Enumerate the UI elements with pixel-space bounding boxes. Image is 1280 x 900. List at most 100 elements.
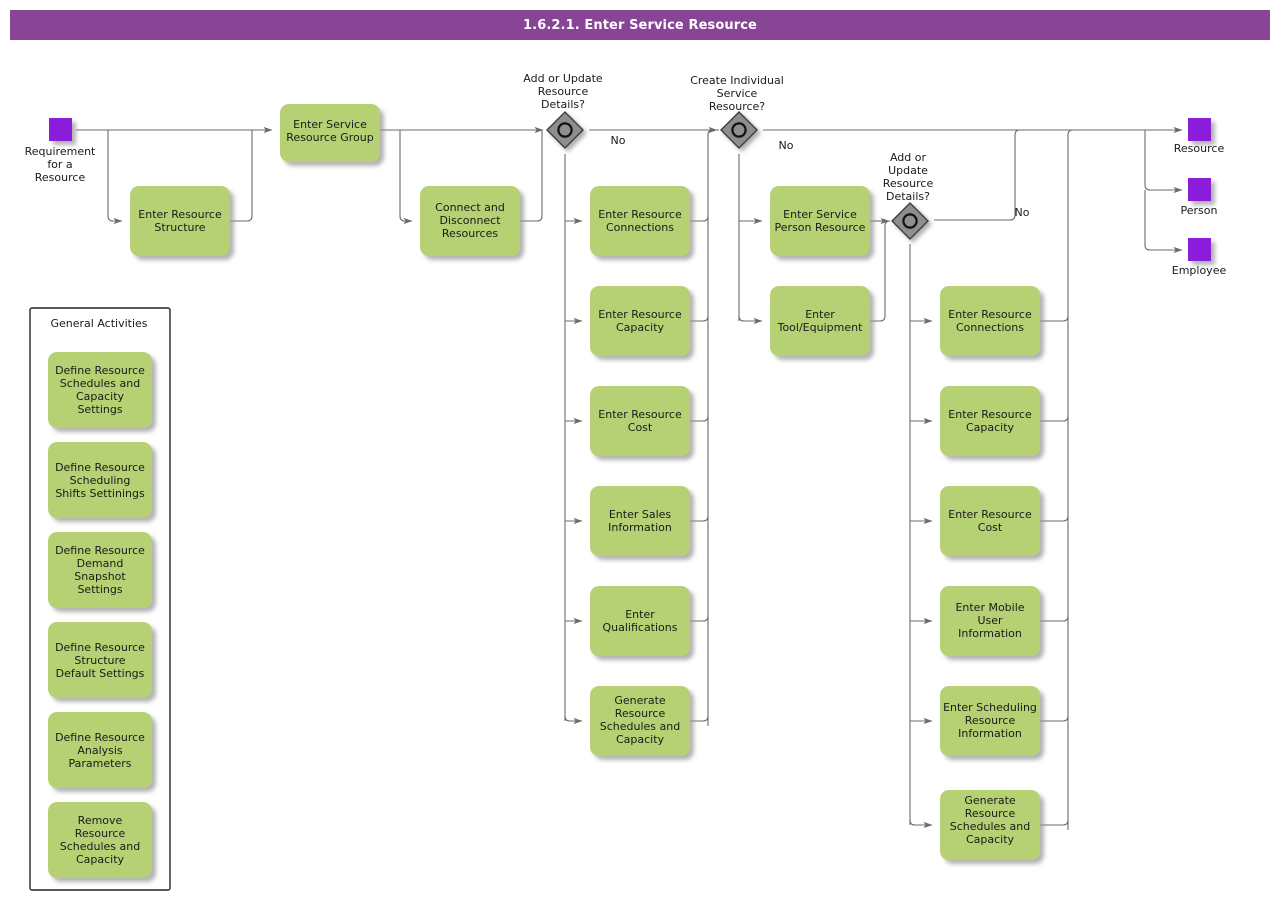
task-line: Define Resource	[55, 731, 145, 744]
end-event-person[interactable]: Person	[1181, 178, 1218, 217]
task-connect-and-disconnect-resources[interactable]: Connect and Disconnect Resources	[420, 186, 520, 256]
task-line: Define Resource	[55, 461, 145, 474]
task-line: Schedules and	[60, 840, 140, 853]
gateway-label-line: Add or	[890, 151, 927, 164]
task-line: Settings	[77, 583, 122, 596]
task-enter-resource-capacity-right[interactable]: Enter Resource Capacity	[940, 386, 1040, 456]
task-line: Cost	[978, 521, 1003, 534]
gateway-inner-circle	[731, 122, 747, 138]
flow-trunk-to-person	[1144, 130, 1151, 191]
end-event-resource[interactable]: Resource	[1174, 118, 1225, 155]
flow-gw3-no-up-right	[934, 129, 1070, 221]
flow-task1-to-connect-disconnect	[399, 130, 413, 225]
task-line: Analysis	[77, 744, 123, 757]
gateway-add-or-update-resource-details-1[interactable]: Add or Update Resource Details?	[523, 72, 603, 149]
gateway-label-line: Update	[888, 164, 928, 177]
task-enter-resource-connections-mid[interactable]: Enter Resource Connections	[590, 186, 690, 256]
flow-right-collector-to-main	[1067, 129, 1090, 136]
task-line: Capacity	[616, 321, 665, 334]
gateway-label-line: Create Individual	[690, 74, 784, 87]
event-label-line: Employee	[1172, 264, 1227, 277]
task-line: Settings	[77, 403, 122, 416]
task-line: Enter Mobile	[955, 601, 1024, 614]
flow-r2-collect	[1040, 415, 1069, 422]
task-generate-resource-schedules-mid[interactable]: Generate Resource Schedules and Capacity	[590, 686, 690, 756]
task-enter-resource-capacity-mid[interactable]: Enter Resource Capacity	[590, 286, 690, 356]
task-line: Resource Group	[286, 131, 373, 144]
gateway-label-line: Resource	[883, 177, 934, 190]
flow-r5-collect	[1040, 715, 1069, 722]
end-event-marker[interactable]	[1188, 118, 1211, 141]
task-enter-resource-cost-mid[interactable]: Enter Resource Cost	[590, 386, 690, 456]
task-line: Enter Resource	[138, 208, 222, 221]
task-generate-resource-schedules-right[interactable]: Generate Resource Schedules and Capacity	[940, 790, 1040, 860]
edge-label-no-2: No	[779, 139, 794, 152]
flow-gw2-to-p2	[738, 315, 763, 325]
task-enter-resource-structure[interactable]: Enter Resource Structure	[130, 186, 230, 256]
task-line: Information	[608, 521, 672, 534]
task-enter-scheduling-resource-information[interactable]: Enter Scheduling Resource Information	[940, 686, 1040, 756]
task-line: Shifts Settinings	[55, 487, 145, 500]
task-enter-qualifications[interactable]: Enter Qualifications	[590, 586, 690, 656]
general-activity-item[interactable]: Define Resource Demand Snapshot Settings	[48, 532, 152, 608]
gateway-label-line: Details?	[886, 190, 930, 203]
event-label-line: Resource	[1174, 142, 1225, 155]
gateway-add-or-update-resource-details-2[interactable]: Add or Update Resource Details?	[883, 151, 934, 240]
task-enter-mobile-user-information[interactable]: Enter Mobile User Information	[940, 586, 1040, 656]
task-enter-resource-cost-right[interactable]: Enter Resource Cost	[940, 486, 1040, 556]
general-activity-item[interactable]: Define Resource Schedules and Capacity S…	[48, 352, 152, 428]
event-label-line: Requirement	[25, 145, 96, 158]
task-line: Define Resource	[55, 364, 145, 377]
flow-m1-collect	[690, 215, 709, 222]
end-event-marker[interactable]	[1188, 238, 1211, 261]
general-activity-item[interactable]: Define Resource Analysis Parameters	[48, 712, 152, 788]
flow-m5-collect	[690, 615, 709, 622]
task-line: Schedules and	[600, 720, 680, 733]
general-activity-item[interactable]: Remove Resource Schedules and Capacity	[48, 802, 152, 878]
gateway-inner-circle	[902, 213, 918, 229]
flow-gw3-to-r6	[909, 819, 933, 829]
task-line: Enter	[625, 608, 655, 621]
task-line: Structure	[74, 654, 125, 667]
task-line: Information	[958, 627, 1022, 640]
general-activities-group: General Activities Define Resource Sched…	[29, 307, 171, 891]
task-line: Enter	[805, 308, 835, 321]
gateway-label-line: Add or Update	[523, 72, 603, 85]
task-line: Parameters	[69, 757, 132, 770]
task-enter-tool-equipment[interactable]: Enter Tool/Equipment	[770, 286, 870, 356]
task-enter-service-resource-group[interactable]: Enter Service Resource Group	[280, 104, 380, 162]
general-activity-item[interactable]: Define Resource Scheduling Shifts Settin…	[48, 442, 152, 518]
flow-resource-structure-rejoin	[230, 130, 253, 222]
task-enter-service-person-resource[interactable]: Enter Service Person Resource	[770, 186, 870, 256]
task-line: Capacity	[616, 733, 665, 746]
task-enter-resource-connections-right[interactable]: Enter Resource Connections	[940, 286, 1040, 356]
task-line: Enter Sales	[609, 508, 672, 521]
flow-r4-collect	[1040, 615, 1069, 622]
general-activity-item[interactable]: Define Resource Structure Default Settin…	[48, 622, 152, 698]
task-enter-sales-information[interactable]: Enter Sales Information	[590, 486, 690, 556]
task-line: Enter Resource	[598, 208, 682, 221]
task-line: Schedules and	[950, 820, 1030, 833]
flow-connect-disconnect-rejoin	[520, 130, 543, 222]
task-line: Enter Service	[293, 118, 367, 131]
gateway-nodes: Add or Update Resource Details? Create I…	[523, 72, 934, 240]
gateway-inner-circle	[557, 122, 573, 138]
end-event-marker[interactable]	[1188, 178, 1211, 201]
task-line: Enter Resource	[598, 308, 682, 321]
task-line: Resources	[442, 227, 498, 240]
task-line: Capacity	[76, 390, 125, 403]
task-line: Default Settings	[56, 667, 145, 680]
gateway-label-line: Resource?	[709, 100, 765, 113]
flow-m6-collect	[690, 715, 709, 722]
end-event-employee[interactable]: Employee	[1172, 238, 1227, 277]
start-event-marker[interactable]	[49, 118, 72, 141]
flow-spine-to-m6	[564, 715, 583, 725]
task-line: Enter Resource	[948, 408, 1032, 421]
task-line: Resource	[965, 714, 1016, 727]
gateway-create-individual-service-resource[interactable]: Create Individual Service Resource?	[690, 74, 784, 149]
task-line: Define Resource	[55, 641, 145, 654]
task-line: Schedules and	[60, 377, 140, 390]
start-event-requirement-for-a-resource[interactable]: Requirement for a Resource	[25, 118, 96, 184]
task-line: Person Resource	[775, 221, 866, 234]
task-line: Connections	[606, 221, 674, 234]
